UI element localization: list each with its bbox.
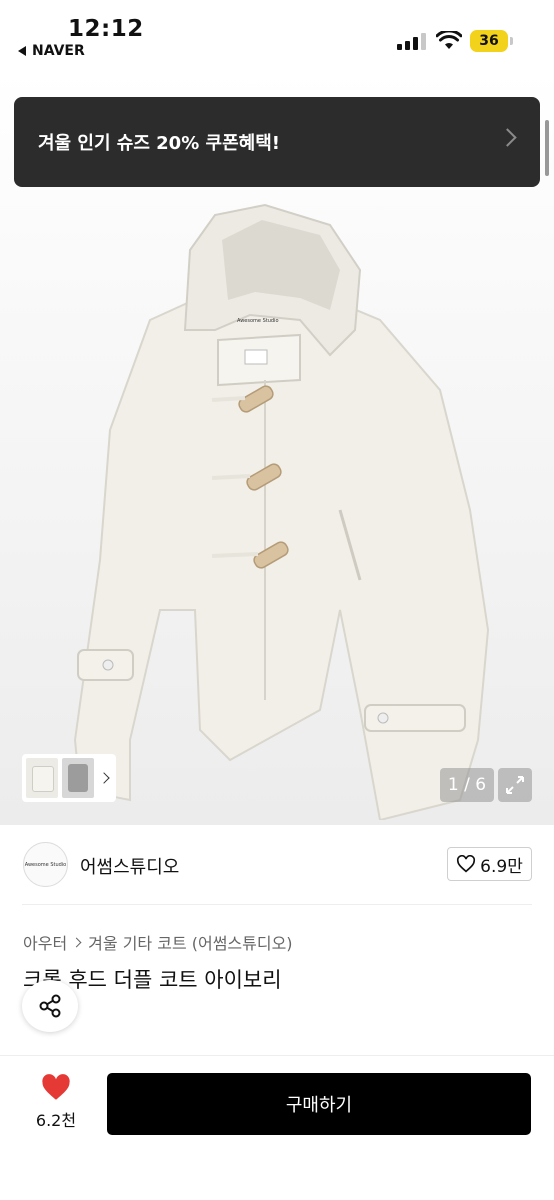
scrollbar[interactable]: [545, 120, 549, 176]
buy-button[interactable]: 구매하기: [107, 1073, 531, 1135]
favorite-button[interactable]: 6.2천: [28, 1074, 84, 1134]
seller-logo[interactable]: Awesome Studio: [23, 842, 68, 887]
product-page: 12:12 NAVER 36 Awesome Studio 겨울 인기 슈즈 2…: [0, 0, 554, 1200]
seller-name[interactable]: 어썸스튜디오: [80, 853, 179, 879]
expand-button[interactable]: [498, 768, 532, 802]
share-icon: [39, 994, 61, 1018]
chevron-right-icon: [71, 937, 82, 947]
store-like-button[interactable]: 6.9만: [447, 847, 532, 881]
promo-banner-text: 겨울 인기 슈즈 20% 쿠폰혜택!: [38, 133, 280, 154]
favorite-count: 6.2천: [35, 1111, 77, 1130]
store-like-count: 6.9만: [480, 856, 523, 877]
back-triangle-icon: [18, 46, 26, 56]
back-to-app-link[interactable]: NAVER: [18, 43, 85, 59]
coat-brand-label: Awesome Studio: [237, 318, 279, 324]
status-time: 12:12: [68, 16, 144, 42]
bottom-bar-divider: [0, 1055, 554, 1056]
product-image: [73, 203, 490, 820]
seller-row[interactable]: Awesome Studio 어썸스튜디오 6.9만: [0, 825, 554, 905]
thumbnail-strip[interactable]: [22, 754, 116, 802]
share-button[interactable]: [22, 980, 78, 1032]
breadcrumb: 아우터 겨울 기타 코트 (어썸스튜디오): [23, 930, 293, 954]
promo-banner[interactable]: 겨울 인기 슈즈 20% 쿠폰혜택!: [14, 97, 540, 187]
battery-indicator: 36: [470, 30, 508, 52]
chevron-right-icon: [498, 128, 517, 147]
breadcrumb-item-2[interactable]: 겨울 기타 코트 (어썸스튜디오): [88, 930, 292, 954]
status-bar: 12:12 NAVER 36: [0, 0, 554, 70]
divider: [22, 904, 532, 905]
heart-filled-icon: [42, 1074, 70, 1100]
cellular-signal-icon: [397, 33, 426, 50]
back-app-label: NAVER: [32, 43, 85, 59]
breadcrumb-item-1[interactable]: 아우터: [23, 930, 67, 954]
wifi-icon: [436, 31, 462, 49]
thumbnail-1[interactable]: [26, 758, 58, 798]
expand-icon: [506, 776, 524, 794]
battery-tip: [510, 37, 513, 45]
image-counter: 1 / 6: [440, 768, 494, 802]
chevron-right-icon[interactable]: [98, 772, 110, 784]
heart-outline-icon: [457, 855, 476, 873]
thumbnail-2[interactable]: [62, 758, 94, 798]
